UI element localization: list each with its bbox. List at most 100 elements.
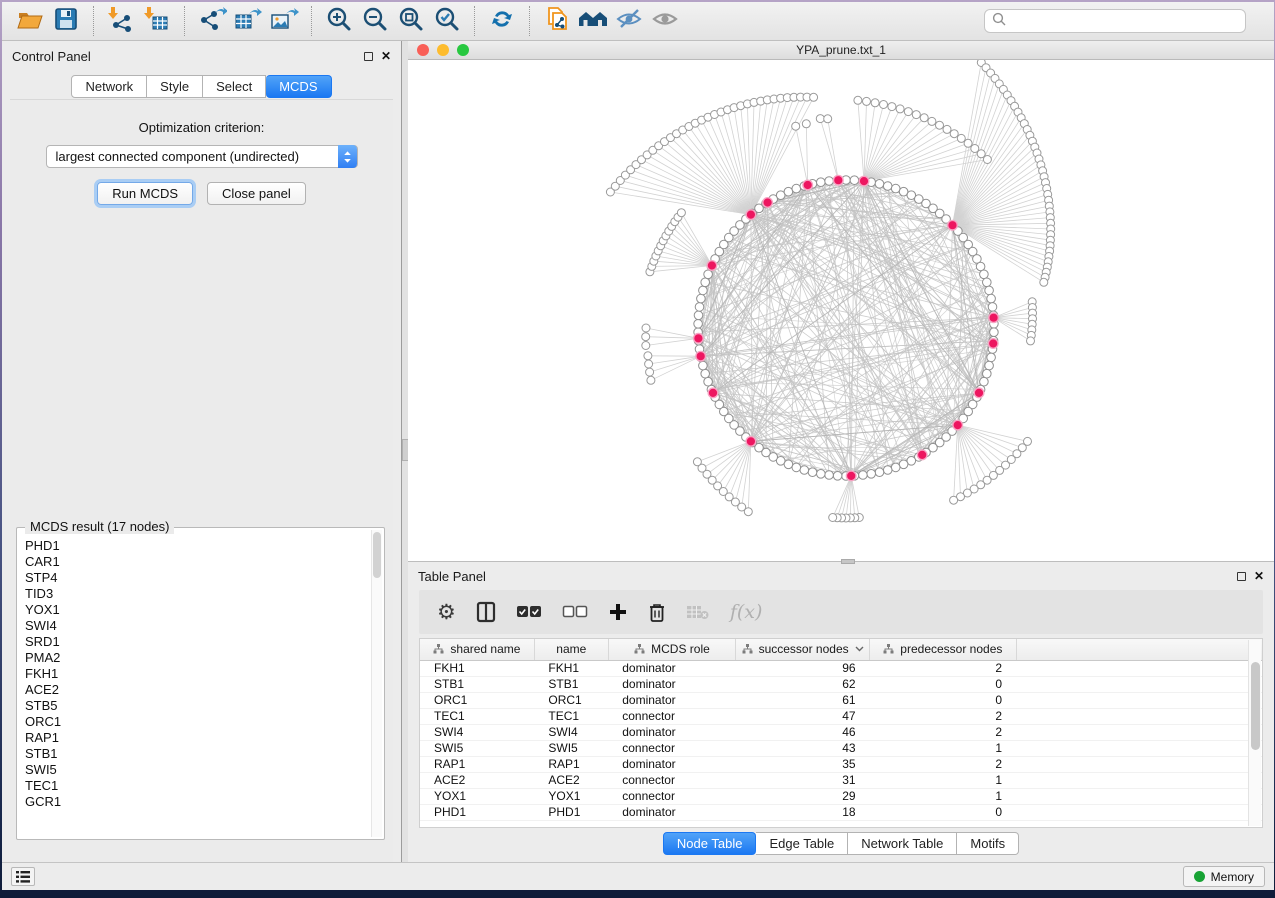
column-header-predecessor-nodes[interactable]: predecessor nodes — [870, 639, 1017, 660]
graph-node-mcds[interactable] — [746, 210, 756, 220]
graph-node[interactable] — [980, 270, 989, 279]
graph-node[interactable] — [943, 125, 951, 133]
zoom-fit-button[interactable] — [393, 5, 429, 37]
clone-network-button[interactable] — [539, 5, 575, 37]
deselect-all-button[interactable] — [562, 597, 588, 627]
graph-node[interactable] — [888, 103, 896, 111]
graph-node[interactable] — [904, 108, 912, 116]
graph-node-mcds[interactable] — [708, 388, 718, 398]
graph-node[interactable] — [817, 470, 826, 479]
table-settings-button[interactable]: ⚙ — [437, 597, 456, 627]
graph-node[interactable] — [642, 342, 650, 350]
column-header-shared-name[interactable]: shared name — [420, 639, 534, 660]
graph-node[interactable] — [988, 303, 997, 312]
graph-node[interactable] — [792, 122, 800, 130]
export-table-button[interactable] — [230, 5, 266, 37]
search-box[interactable] — [984, 9, 1246, 33]
graph-node[interactable] — [699, 361, 708, 370]
graph-node[interactable] — [695, 303, 704, 312]
graph-node-mcds[interactable] — [746, 437, 756, 447]
graph-node[interactable] — [694, 311, 703, 320]
delete-column-button[interactable] — [686, 597, 710, 627]
graph-node[interactable] — [880, 101, 888, 109]
graph-node[interactable] — [891, 463, 900, 472]
table-scrollbar[interactable] — [1248, 640, 1261, 826]
save-session-button[interactable] — [48, 5, 84, 37]
table-row[interactable]: SWI5SWI5connector431 — [420, 740, 1262, 756]
refresh-button[interactable] — [484, 5, 520, 37]
graph-node[interactable] — [983, 369, 992, 378]
graph-node[interactable] — [701, 278, 710, 287]
table-row[interactable]: YOX1YOX1connector291 — [420, 788, 1262, 804]
apply-function-button[interactable]: f(x) — [730, 597, 763, 627]
import-network-button[interactable] — [103, 5, 139, 37]
graph-node[interactable] — [1027, 337, 1035, 345]
graph-node[interactable] — [645, 360, 653, 368]
graph-node[interactable] — [957, 134, 965, 142]
table-row[interactable]: PHD1PHD1dominator180 — [420, 804, 1262, 820]
close-table-panel-icon[interactable]: ✕ — [1254, 570, 1264, 582]
graph-node-mcds[interactable] — [707, 261, 717, 271]
column-header-successor-nodes[interactable]: successor nodes — [736, 639, 870, 660]
graph-node-mcds[interactable] — [834, 175, 844, 185]
graph-node[interactable] — [792, 463, 801, 472]
graph-node[interactable] — [677, 209, 685, 217]
show-all-button[interactable] — [647, 5, 683, 37]
graph-node-mcds[interactable] — [694, 334, 704, 344]
network-window-titlebar[interactable]: YPA_prune.txt_1 — [408, 41, 1274, 60]
graph-node[interactable] — [987, 353, 996, 362]
import-table-button[interactable] — [139, 5, 175, 37]
graph-node[interactable] — [642, 324, 650, 332]
criterion-select[interactable]: largest connected component (undirected) — [46, 145, 358, 168]
column-header-name[interactable]: name — [534, 639, 608, 660]
add-column-button[interactable] — [608, 597, 628, 627]
hide-selected-button[interactable] — [611, 5, 647, 37]
close-panel-icon[interactable]: ✕ — [381, 50, 391, 62]
search-input[interactable] — [1007, 14, 1239, 28]
graph-node-mcds[interactable] — [988, 339, 998, 349]
graph-node[interactable] — [825, 471, 834, 480]
delete-row-button[interactable] — [648, 597, 666, 627]
graph-node[interactable] — [800, 466, 809, 475]
graph-node[interactable] — [810, 93, 818, 101]
houses-button[interactable] — [575, 5, 611, 37]
graph-node-mcds[interactable] — [859, 176, 869, 186]
graph-node[interactable] — [990, 328, 999, 337]
graph-node[interactable] — [883, 182, 892, 191]
graph-node-mcds[interactable] — [803, 180, 813, 190]
table-row[interactable]: ORC1ORC1dominator610 — [420, 692, 1262, 708]
export-image-button[interactable] — [266, 5, 302, 37]
graph-node[interactable] — [697, 294, 706, 303]
graph-node[interactable] — [1040, 278, 1048, 286]
graph-node[interactable] — [920, 114, 928, 122]
graph-node[interactable] — [875, 180, 884, 189]
zoom-out-button[interactable] — [357, 5, 393, 37]
task-history-button[interactable] — [11, 867, 35, 886]
graph-node[interactable] — [694, 320, 703, 329]
graph-node-mcds[interactable] — [763, 198, 773, 208]
graph-node[interactable] — [784, 187, 793, 196]
graph-node[interactable] — [808, 468, 817, 477]
graph-node[interactable] — [816, 115, 824, 123]
graph-node[interactable] — [891, 184, 900, 193]
graph-node-mcds[interactable] — [948, 220, 958, 230]
graph-node-mcds[interactable] — [974, 388, 984, 398]
graph-node[interactable] — [859, 471, 868, 480]
open-file-button[interactable] — [12, 5, 48, 37]
graph-node-mcds[interactable] — [846, 471, 856, 481]
export-network-button[interactable] — [194, 5, 230, 37]
close-panel-button[interactable]: Close panel — [207, 182, 306, 205]
graph-node[interactable] — [824, 115, 832, 123]
horizontal-splitter-grip[interactable] — [841, 559, 855, 564]
tab-style[interactable]: Style — [147, 75, 203, 98]
mcds-list-scrollbar[interactable] — [371, 530, 382, 837]
graph-node[interactable] — [642, 333, 650, 341]
graph-node[interactable] — [985, 286, 994, 295]
graph-node[interactable] — [833, 472, 842, 481]
tab-mcds[interactable]: MCDS — [266, 75, 331, 98]
graph-node[interactable] — [928, 117, 936, 125]
graph-node[interactable] — [950, 496, 958, 504]
graph-node[interactable] — [883, 466, 892, 475]
table-tab-network-table[interactable]: Network Table — [848, 832, 957, 855]
column-header-MCDS-role[interactable]: MCDS role — [608, 639, 735, 660]
